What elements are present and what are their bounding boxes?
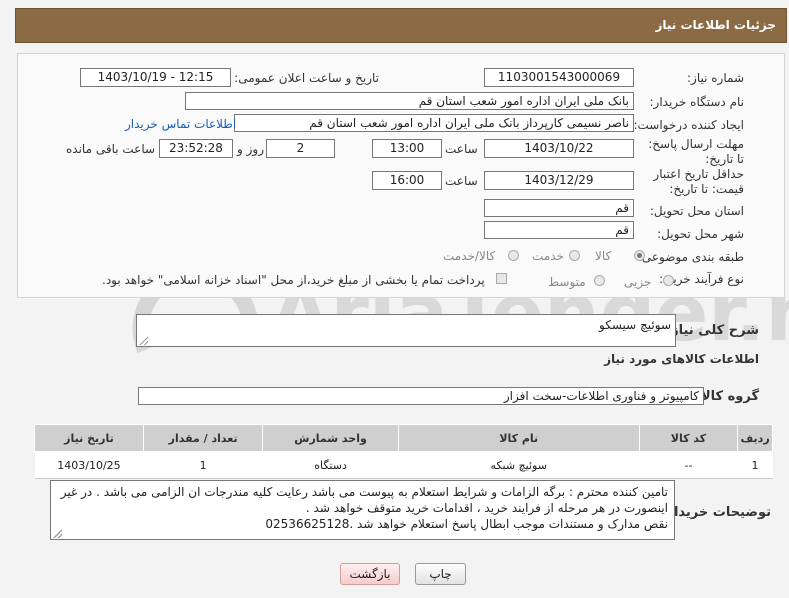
goods-group-field: کامپیوتر و فناوری اطلاعات-سخت افزار bbox=[138, 387, 704, 405]
buyer-label: نام دستگاه خریدار: bbox=[649, 95, 745, 109]
reply-time-label: ساعت bbox=[445, 142, 478, 156]
column-header-code: کد کالا bbox=[638, 424, 739, 452]
column-header-unit: واحد شمارش bbox=[262, 424, 399, 452]
reply-time-field: 13:00 bbox=[372, 139, 442, 158]
cell-code: -- bbox=[639, 451, 738, 479]
announce-label: تاریخ و ساعت اعلان عمومی: bbox=[234, 71, 379, 85]
description-resize-handle[interactable] bbox=[139, 336, 148, 345]
creator-field: ناصر نسیمی کارپرداز بانک ملی ایران اداره… bbox=[234, 114, 634, 132]
description-field: سوئیچ سیسکو bbox=[136, 314, 676, 347]
cell-unit: دستگاه bbox=[262, 451, 399, 479]
category-radio-goods-service[interactable] bbox=[508, 250, 519, 261]
back-button[interactable]: بازگشت bbox=[340, 563, 400, 585]
process-option-minor: جزیی bbox=[624, 275, 652, 289]
days-field: 2 bbox=[266, 139, 335, 158]
process-option-medium: متوسط bbox=[548, 275, 586, 289]
page-title: جزئیات اطلاعات نیاز bbox=[655, 18, 776, 32]
description-label: شرح کلی نیاز: bbox=[665, 323, 759, 338]
process-radio-minor[interactable] bbox=[663, 275, 674, 286]
cell-row: 1 bbox=[737, 451, 773, 479]
notes-resize-handle[interactable] bbox=[53, 529, 62, 538]
table-row: 1 -- سوئیچ شبکه دستگاه 1 1403/10/25 bbox=[34, 451, 773, 479]
treasury-payment-checkbox[interactable] bbox=[496, 273, 507, 284]
days-label: روز و bbox=[237, 142, 264, 156]
goods-section-title: اطلاعات کالاهای مورد نیاز bbox=[604, 352, 759, 366]
category-option-service: خدمت bbox=[532, 249, 564, 263]
column-header-quantity: تعداد / مقدار bbox=[142, 424, 264, 452]
province-label: استان محل تحویل: bbox=[649, 204, 744, 218]
buyer-notes-line-1: تامین کننده محترم : برگه الزامات و شرایط… bbox=[60, 485, 668, 499]
goods-table-header: ردیف کد کالا نام کالا واحد شمارش تعداد /… bbox=[34, 424, 773, 452]
city-label: شهر محل تحویل: bbox=[657, 227, 744, 241]
reply-deadline-label: مهلت ارسال پاسخ: تا تاریخ: bbox=[648, 137, 744, 166]
province-field: قم bbox=[484, 199, 634, 217]
page-header: جزئیات اطلاعات نیاز bbox=[15, 8, 787, 43]
remaining-time-field: 23:52:28 bbox=[159, 139, 233, 158]
remaining-label: ساعت باقی مانده bbox=[66, 142, 156, 156]
category-radio-service[interactable] bbox=[569, 250, 580, 261]
cell-date: 1403/10/25 bbox=[34, 451, 144, 479]
buyer-notes-label: توضیحات خریدار: bbox=[661, 505, 771, 520]
payment-note: پرداخت تمام یا بخشی از مبلغ خرید،از محل … bbox=[102, 273, 485, 287]
category-option-goods-service: کالا/خدمت bbox=[443, 249, 496, 263]
buyer-notes-field: تامین کننده محترم : برگه الزامات و شرایط… bbox=[50, 480, 675, 540]
announce-field: 1403/10/19 - 12:15 bbox=[80, 68, 231, 87]
print-button[interactable]: چاپ bbox=[415, 563, 466, 585]
category-option-goods: کالا bbox=[595, 249, 612, 263]
creator-label: ایجاد کننده درخواست: bbox=[633, 118, 744, 132]
column-header-date: تاریخ نیاز bbox=[34, 424, 144, 452]
process-radio-medium[interactable] bbox=[594, 275, 605, 286]
category-label: طبقه بندی موضوعی: bbox=[637, 250, 744, 264]
cell-quantity: 1 bbox=[143, 451, 263, 479]
category-radio-goods[interactable] bbox=[634, 250, 645, 261]
price-time-field: 16:00 bbox=[372, 171, 442, 190]
goods-group-label: گروه کالا: bbox=[695, 389, 759, 404]
buyer-field: بانک ملی ایران اداره امور شعب استان قم bbox=[185, 92, 634, 110]
buyer-notes-line-2: اینصورت در هر مرحله از فرایند خرید ، اقد… bbox=[305, 501, 668, 515]
city-field: قم bbox=[484, 221, 634, 239]
need-number-label: شماره نیاز: bbox=[687, 71, 744, 85]
reply-date-field: 1403/10/22 bbox=[484, 139, 634, 158]
buyer-notes-line-3: نقص مدارک و مستندات موجب ابطال پاسخ استع… bbox=[265, 517, 668, 531]
contact-info-link[interactable]: اطلاعات تماس خریدار bbox=[125, 117, 236, 131]
price-date-field: 1403/12/29 bbox=[484, 171, 634, 190]
price-deadline-label: حداقل تاریخ اعتبار قیمت: تا تاریخ: bbox=[653, 167, 744, 196]
cell-name: سوئیچ شبکه bbox=[398, 451, 640, 479]
column-header-name: نام کالا bbox=[397, 424, 640, 452]
column-header-row: ردیف bbox=[737, 424, 773, 452]
goods-table: ردیف کد کالا نام کالا واحد شمارش تعداد /… bbox=[34, 424, 773, 479]
need-number-field: 1103001543000069 bbox=[484, 68, 634, 87]
description-text: سوئیچ سیسکو bbox=[599, 318, 671, 332]
price-time-label: ساعت bbox=[445, 174, 478, 188]
